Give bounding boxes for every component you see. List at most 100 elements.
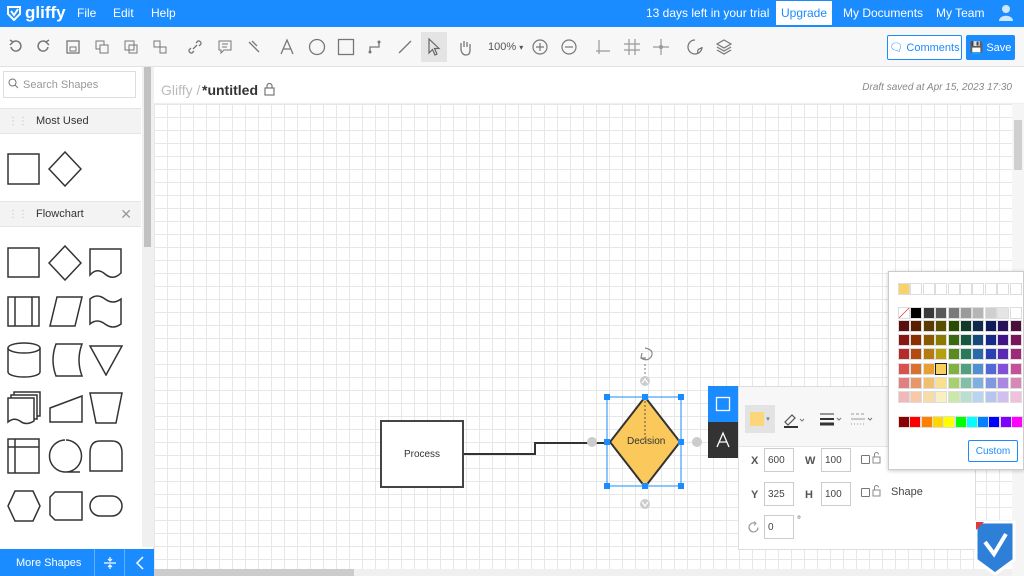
snap-to-grid-icon[interactable] <box>592 36 614 58</box>
delay-shape[interactable] <box>88 439 124 473</box>
palette-color-swatch[interactable] <box>997 362 1010 375</box>
custom-color-button[interactable]: Custom <box>968 440 1018 462</box>
x-input[interactable]: 600 <box>764 448 794 472</box>
palette-color-swatch[interactable] <box>972 362 985 375</box>
bright-color-swatch[interactable] <box>898 416 910 428</box>
gray-color-swatch[interactable] <box>997 307 1010 319</box>
themes-icon[interactable] <box>684 36 706 58</box>
connector-tool-icon[interactable] <box>364 36 386 58</box>
stroke-color-icon[interactable] <box>783 411 805 434</box>
document-shape[interactable] <box>88 247 124 281</box>
palette-color-swatch[interactable] <box>935 320 948 332</box>
palette-color-swatch[interactable] <box>898 334 910 347</box>
palette-color-swatch[interactable] <box>922 334 935 347</box>
palette-color-swatch[interactable] <box>972 320 985 332</box>
my-team-link[interactable]: My Team <box>936 6 984 20</box>
collapse-sections-icon[interactable] <box>94 549 124 576</box>
palette-color-swatch[interactable] <box>922 391 935 403</box>
palette-color-swatch[interactable] <box>898 348 910 361</box>
rectangle-shape[interactable] <box>7 153 41 185</box>
palette-color-swatch[interactable] <box>922 376 935 389</box>
merge-shape[interactable] <box>88 344 124 376</box>
palette-color-swatch[interactable] <box>922 348 935 361</box>
height-input[interactable]: 100 <box>821 482 851 506</box>
bright-color-swatch[interactable] <box>999 416 1012 428</box>
palette-color-swatch[interactable] <box>935 348 948 361</box>
palette-color-swatch[interactable] <box>972 334 985 347</box>
ellipse-tool-icon[interactable] <box>306 36 328 58</box>
palette-color-swatch[interactable] <box>910 334 923 347</box>
bright-color-swatch[interactable] <box>988 416 1001 428</box>
gray-color-swatch[interactable] <box>972 307 985 319</box>
palette-color-swatch[interactable] <box>910 376 923 389</box>
preparation-shape[interactable] <box>6 489 42 523</box>
save-button[interactable]: 💾 Save <box>966 35 1015 60</box>
decision-node[interactable] <box>585 340 705 512</box>
palette-color-swatch[interactable] <box>984 362 997 375</box>
palette-color-swatch[interactable] <box>997 334 1010 347</box>
bright-color-swatch[interactable] <box>1011 416 1023 428</box>
palette-color-swatch[interactable] <box>997 348 1010 361</box>
card-shape[interactable] <box>48 490 84 522</box>
rotation-input[interactable]: 0 <box>764 515 794 539</box>
palette-color-swatch[interactable] <box>1009 348 1022 361</box>
section-flowchart[interactable]: ⋮⋮ Flowchart ✕ <box>0 201 141 227</box>
process-node[interactable]: Process <box>380 420 464 488</box>
section-most-used[interactable]: ⋮⋮ Most Used <box>0 108 141 134</box>
zoom-out-icon[interactable] <box>558 36 580 58</box>
palette-color-swatch[interactable] <box>910 391 923 403</box>
menu-file[interactable]: File <box>77 6 96 20</box>
palette-color-swatch[interactable] <box>898 376 910 389</box>
more-shapes-button[interactable]: More Shapes <box>16 557 81 569</box>
predefined-process-shape[interactable] <box>7 296 41 328</box>
tape-shape[interactable] <box>88 295 124 329</box>
group-icon[interactable] <box>149 36 171 58</box>
bright-color-swatch[interactable] <box>909 416 922 428</box>
format-painter-icon[interactable] <box>243 36 265 58</box>
recent-color-swatch[interactable] <box>984 283 997 295</box>
scrollbar-thumb[interactable] <box>144 67 151 247</box>
rectangle-tool-icon[interactable] <box>335 36 357 58</box>
palette-color-swatch[interactable] <box>898 362 910 375</box>
palette-color-swatch[interactable] <box>947 320 960 332</box>
internal-storage-shape[interactable] <box>7 438 41 474</box>
palette-color-swatch[interactable] <box>947 362 960 375</box>
stroke-width-icon[interactable] <box>819 411 843 432</box>
palette-color-swatch[interactable] <box>1009 334 1022 347</box>
zoom-in-icon[interactable] <box>529 36 551 58</box>
gray-color-swatch[interactable] <box>922 307 935 319</box>
palette-color-swatch[interactable] <box>960 320 972 332</box>
comments-button[interactable]: 🗨 Comments <box>887 35 962 60</box>
collapse-sidebar-icon[interactable] <box>124 549 154 576</box>
gliffy-badge-icon[interactable] <box>972 520 1022 576</box>
process-shape[interactable] <box>7 247 41 279</box>
fill-color-button[interactable]: ▾ <box>745 405 775 433</box>
palette-color-swatch[interactable] <box>972 376 985 389</box>
line-tool-icon[interactable] <box>394 36 416 58</box>
bright-color-swatch[interactable] <box>954 416 967 428</box>
paste-icon[interactable] <box>120 36 142 58</box>
data-shape[interactable] <box>48 296 84 328</box>
palette-color-swatch[interactable] <box>972 348 985 361</box>
scrollbar-thumb[interactable] <box>154 569 354 576</box>
palette-color-swatch[interactable] <box>935 362 948 375</box>
palette-color-swatch[interactable] <box>960 348 972 361</box>
palette-color-swatch[interactable] <box>947 376 960 389</box>
palette-color-swatch[interactable] <box>997 391 1010 403</box>
palette-color-swatch[interactable] <box>935 391 948 403</box>
gray-color-swatch[interactable] <box>960 307 972 319</box>
palette-color-swatch[interactable] <box>960 391 972 403</box>
bright-color-swatch[interactable] <box>965 416 978 428</box>
lock-icon[interactable] <box>264 82 275 101</box>
recent-color-swatch[interactable] <box>898 283 910 295</box>
zoom-level[interactable]: 100% ▾ <box>488 41 523 53</box>
recent-color-swatch[interactable] <box>922 283 935 295</box>
bright-color-swatch[interactable] <box>977 416 990 428</box>
bright-color-swatch[interactable] <box>920 416 933 428</box>
palette-color-swatch[interactable] <box>960 334 972 347</box>
recent-color-swatch[interactable] <box>947 283 960 295</box>
document-title[interactable]: *untitled <box>202 82 258 98</box>
palette-color-swatch[interactable] <box>984 334 997 347</box>
multiple-documents-shape[interactable] <box>6 390 42 426</box>
palette-color-swatch[interactable] <box>922 362 935 375</box>
